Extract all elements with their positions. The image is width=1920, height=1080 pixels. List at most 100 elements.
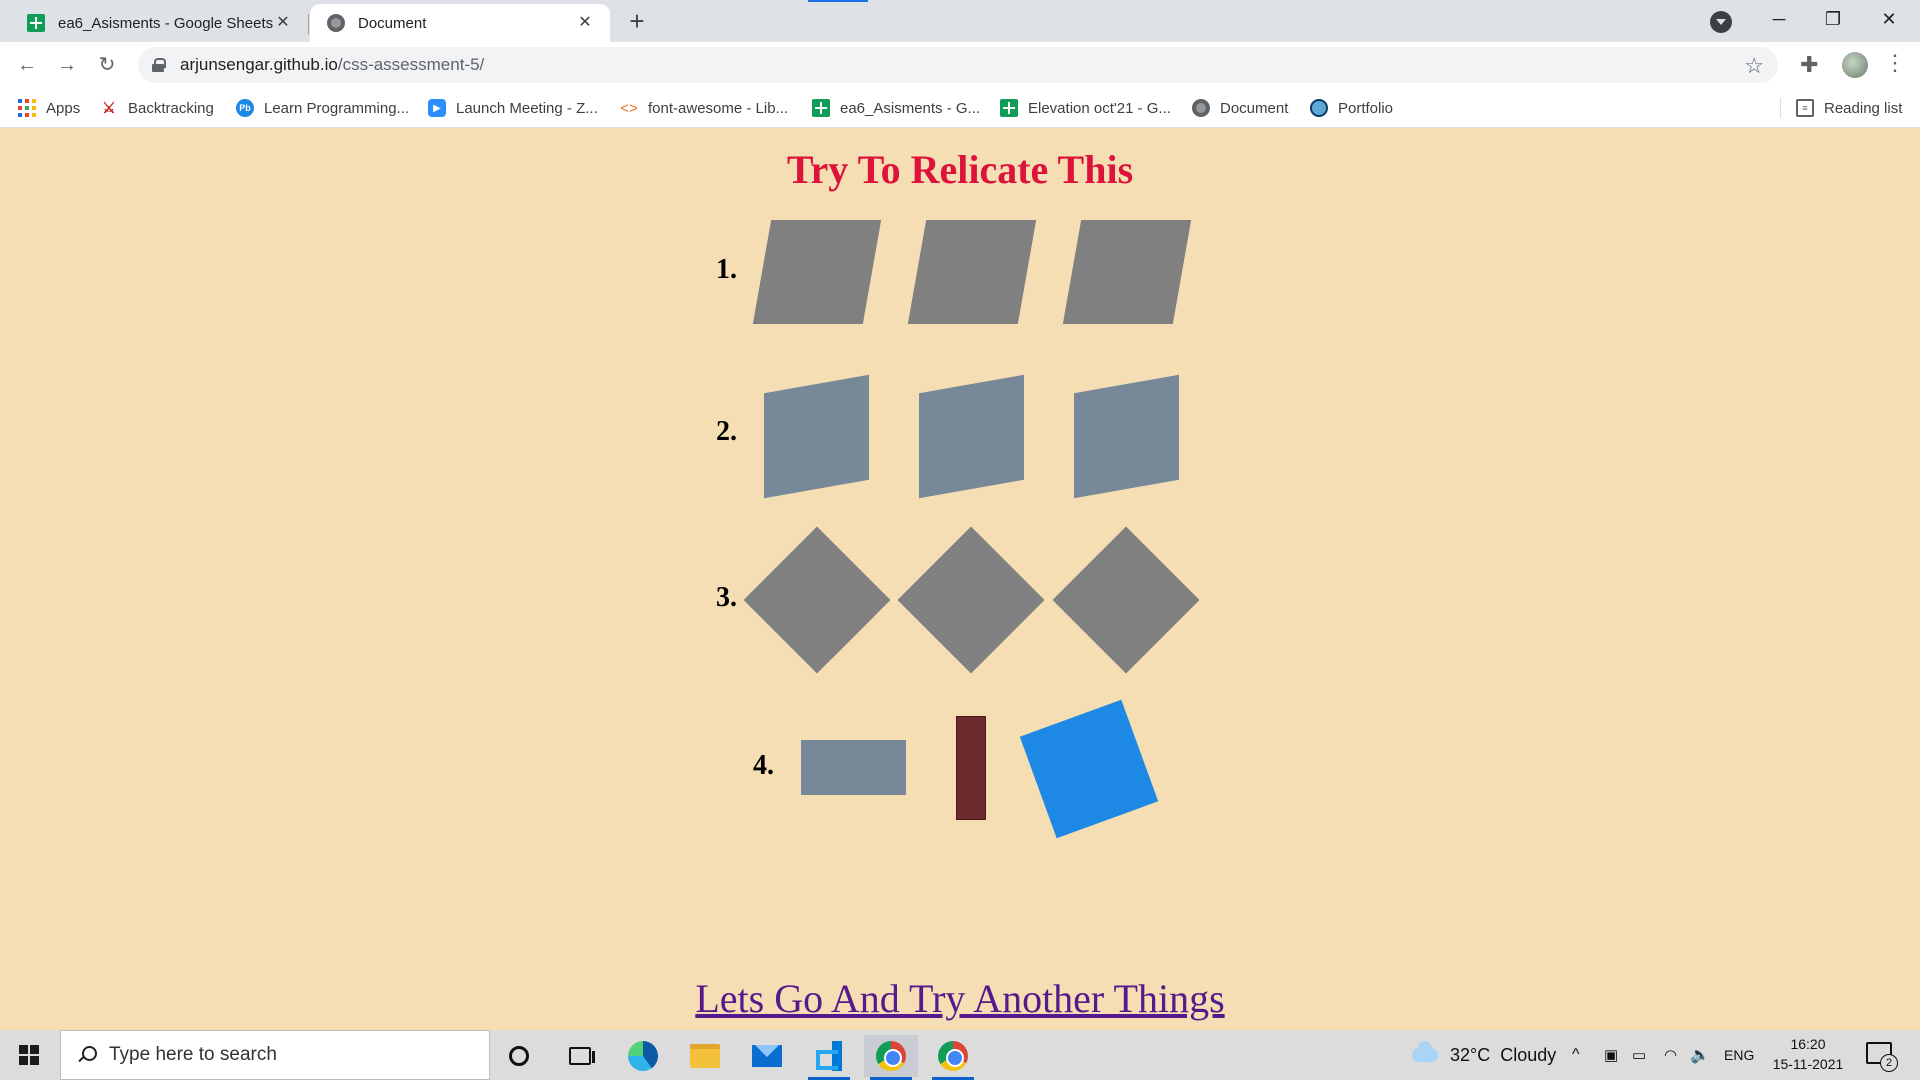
url-text[interactable]: arjunsengar.github.io/css-assessment-5/ [180, 55, 484, 75]
battery-icon[interactable]: ▭ [1632, 1030, 1646, 1080]
bookmark-document[interactable]: Document [1192, 96, 1288, 120]
search-placeholder: Type here to search [109, 1044, 277, 1065]
forward-arrow-icon[interactable]: → [52, 50, 82, 80]
bookmark-label: Apps [46, 99, 81, 117]
bookmark-backtracking[interactable]: ⚔ Backtracking [100, 96, 214, 120]
chrome-app[interactable] [926, 1035, 980, 1080]
page-content: Try To Relicate This 1. 2. 3. 4. Lets Go… [0, 128, 1920, 1030]
skewed-parallelogram [764, 374, 869, 499]
vscode-icon [814, 1041, 844, 1071]
tab-google-sheets[interactable]: ea6_Asisments - Google Sheets ✕ [10, 4, 308, 42]
row-1-label: 1. [716, 254, 737, 285]
bookmark-portfolio[interactable]: Portfolio [1310, 96, 1393, 120]
skewed-parallelogram [907, 220, 1037, 324]
bookmark-star-icon[interactable]: ☆ [1744, 53, 1764, 79]
back-arrow-icon[interactable]: ← [12, 50, 42, 80]
google-sheets-icon [26, 13, 46, 33]
bookmark-label: Launch Meeting - Z... [456, 99, 598, 117]
reading-list-label: Reading list [1824, 99, 1903, 117]
zoom-icon: ▶ [428, 99, 446, 117]
edge-icon [628, 1041, 658, 1071]
bookmark-label: Document [1220, 99, 1289, 117]
wifi-icon[interactable]: ◠ [1664, 1030, 1677, 1080]
reading-list-icon: ≡ [1796, 99, 1814, 117]
new-tab-button[interactable]: + [622, 6, 652, 36]
code-icon: <> [620, 99, 638, 117]
rotated-diamond [1052, 526, 1200, 674]
page-title: Try To Relicate This [786, 147, 1134, 192]
bookmark-apps[interactable]: Apps [18, 96, 80, 120]
gray-rectangle [801, 740, 906, 795]
bookmarks-divider [1780, 98, 1781, 118]
profile-avatar[interactable] [1842, 52, 1868, 78]
bookmark-font-awesome[interactable]: <> font-awesome - Lib... [620, 96, 788, 120]
browser-toolbar: ← → ↻ arjunsengar.github.io/css-assessme… [0, 42, 1920, 88]
chrome-icon [938, 1041, 968, 1071]
windows-taskbar: Type here to search 32°C Cloudy ^ ▣ ▭ ◠ … [0, 1030, 1920, 1080]
bookmark-label: Portfolio [1338, 99, 1394, 117]
tab-search-icon[interactable] [1710, 11, 1732, 33]
vscode-app[interactable] [802, 1035, 856, 1080]
cortana-icon [509, 1046, 529, 1066]
search-icon [77, 1046, 97, 1064]
tab-document[interactable]: Document ✕ [310, 4, 610, 42]
row-2-label: 2. [716, 416, 737, 447]
windows-start-button[interactable] [0, 1030, 58, 1080]
apps-grid-icon [18, 99, 36, 117]
volume-icon[interactable]: 🔈 [1690, 1030, 1710, 1080]
bookmark-launch-meeting[interactable]: ▶ Launch Meeting - Z... [428, 96, 598, 120]
clock-time: 16:20 [1790, 1036, 1826, 1052]
bookmark-ea6-asisments[interactable]: ea6_Asisments - G... [812, 96, 980, 120]
task-view-icon [569, 1047, 595, 1065]
file-explorer-app[interactable] [678, 1035, 732, 1077]
bookmarks-bar: Apps ⚔ Backtracking Pb Learn Programming… [0, 88, 1920, 128]
maroon-bar [956, 716, 986, 820]
reading-list-button[interactable]: ≡ Reading list [1796, 96, 1902, 120]
edge-app[interactable] [616, 1035, 670, 1077]
url-domain: arjunsengar.github.io [180, 55, 338, 74]
rotated-diamond [743, 526, 891, 674]
bookmark-learn-programming[interactable]: Pb Learn Programming... [236, 96, 409, 120]
bookmark-label: Backtracking [128, 99, 214, 117]
row-4-label: 4. [753, 750, 774, 781]
cortana-button[interactable] [492, 1035, 546, 1077]
system-clock[interactable]: 16:20 15-11-2021 [1766, 1034, 1850, 1074]
taskbar-search-box[interactable]: Type here to search [60, 1030, 490, 1080]
bookmark-label: font-awesome - Lib... [648, 99, 789, 117]
weather-widget[interactable]: 32°C Cloudy [1412, 1030, 1556, 1080]
reload-icon[interactable]: ↻ [92, 50, 122, 80]
blue-rotated-square [1019, 699, 1159, 839]
mail-icon [752, 1045, 782, 1067]
tab-strip: ea6_Asisments - Google Sheets ✕ Document… [0, 0, 1920, 42]
bookmark-label: Learn Programming... [264, 99, 410, 117]
clock-date: 15-11-2021 [1772, 1056, 1844, 1072]
extensions-puzzle-icon[interactable]: ✚ [1800, 52, 1818, 78]
windows-logo-icon [19, 1045, 39, 1065]
rotated-diamond [897, 526, 1045, 674]
try-another-link[interactable]: Lets Go And Try Another Things [0, 975, 1920, 1022]
mail-app[interactable] [740, 1035, 794, 1077]
close-icon[interactable]: ✕ [576, 14, 594, 32]
address-bar[interactable]: arjunsengar.github.io/css-assessment-5/ … [138, 47, 1778, 83]
minimize-button[interactable]: ─ [1756, 0, 1802, 38]
google-sheets-icon [812, 99, 830, 117]
language-indicator[interactable]: ENG [1724, 1030, 1754, 1080]
task-view-button[interactable] [553, 1035, 607, 1077]
window-close-button[interactable]: ✕ [1866, 0, 1912, 38]
meet-now-icon[interactable]: ▣ [1604, 1030, 1618, 1080]
google-sheets-icon [1000, 99, 1018, 117]
restore-button[interactable]: ❐ [1810, 0, 1856, 38]
bookmark-elevation[interactable]: Elevation oct'21 - G... [1000, 96, 1171, 120]
globe-icon [1192, 99, 1210, 117]
cloud-icon [1412, 1041, 1438, 1062]
row-3-label: 3. [716, 582, 737, 613]
skewed-parallelogram [919, 374, 1024, 499]
bookmark-label: Elevation oct'21 - G... [1028, 99, 1171, 117]
kebab-menu-icon[interactable]: ⋮ [1884, 50, 1906, 76]
globe-icon [326, 13, 346, 33]
show-hidden-icons-button[interactable]: ^ [1572, 1030, 1580, 1080]
lock-icon[interactable] [152, 58, 166, 72]
chrome-app-active[interactable] [864, 1035, 918, 1080]
close-icon[interactable]: ✕ [274, 14, 292, 32]
notification-count-badge: 2 [1880, 1054, 1898, 1072]
